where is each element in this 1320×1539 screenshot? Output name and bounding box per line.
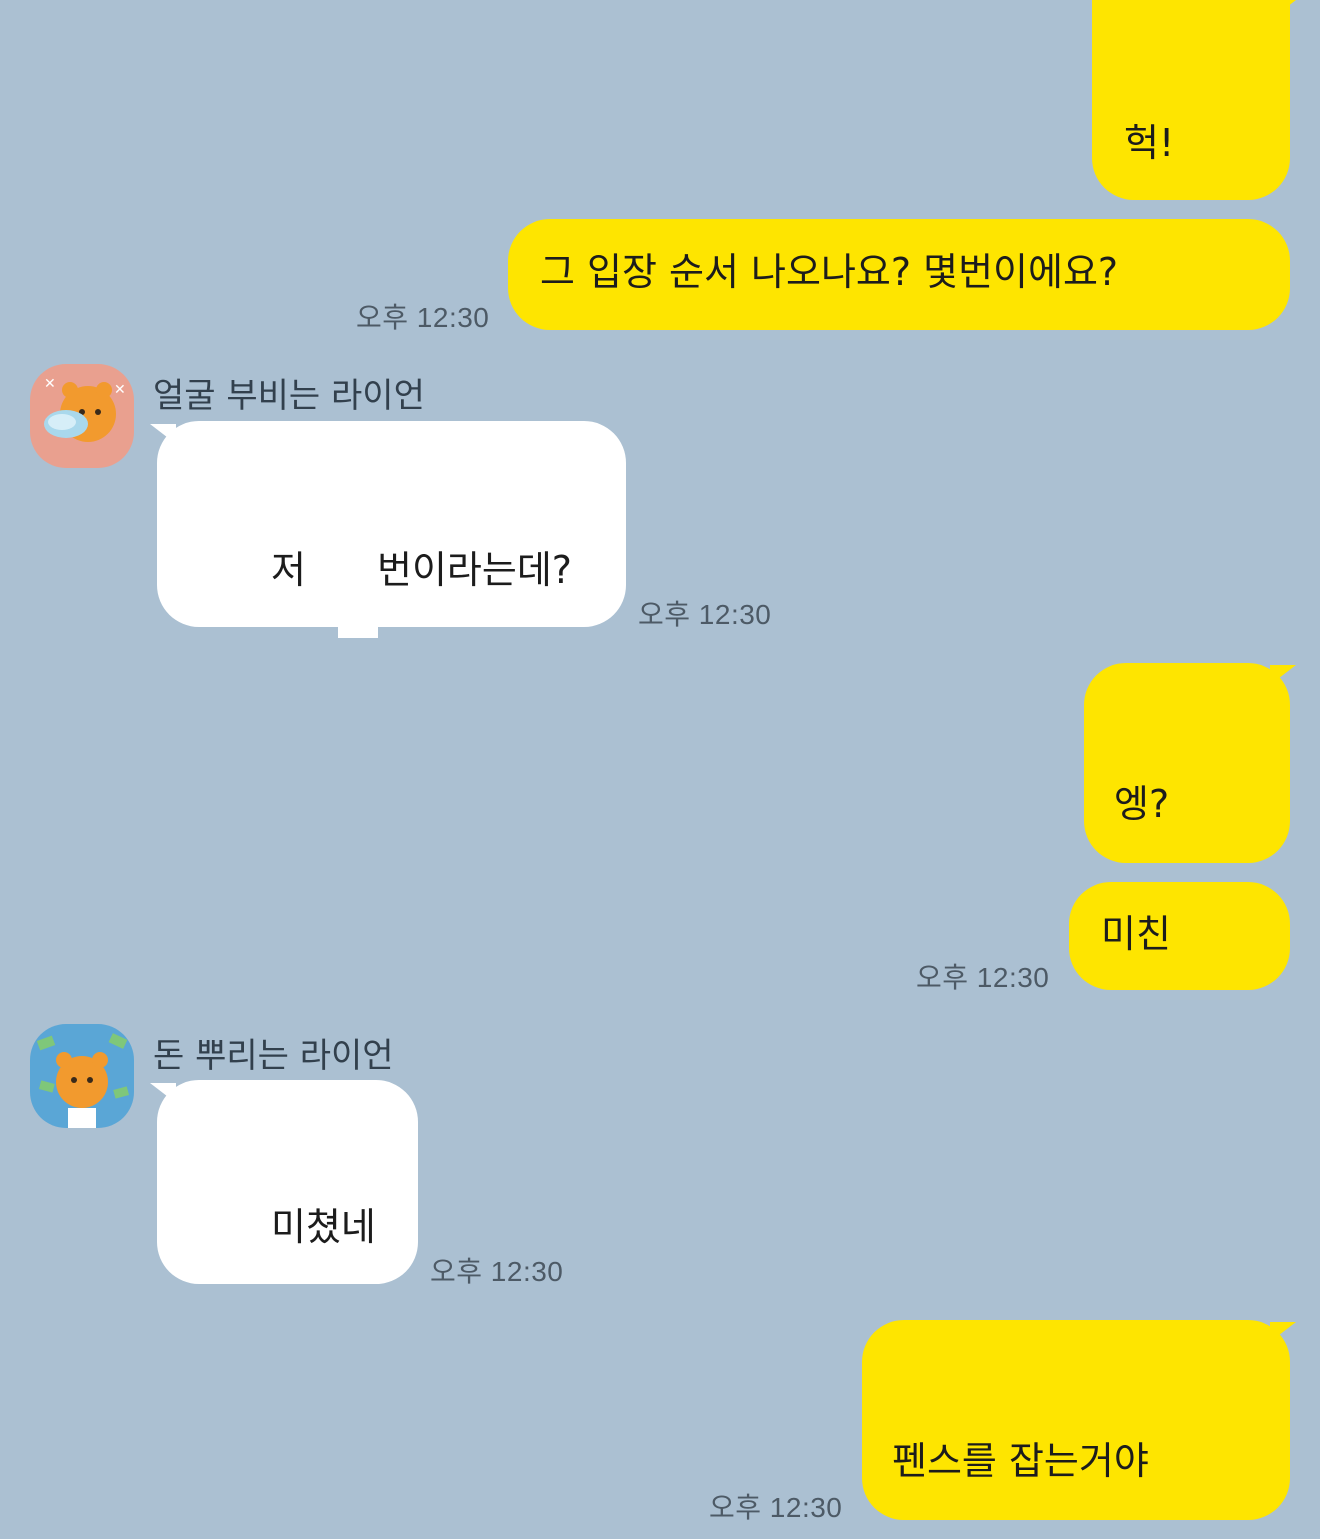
message-timestamp: 오후 12:30	[709, 1492, 843, 1523]
bubble-tail	[1270, 665, 1296, 685]
sender-name: 얼굴 부비는 라이언	[153, 376, 425, 416]
message-text: 펜스를 잡는거야	[892, 1439, 1149, 1483]
my-message-bubble[interactable]: 엥?	[1084, 663, 1290, 863]
message-text: 엥?	[1114, 782, 1170, 826]
ryan-throwing-money-icon[interactable]	[30, 1024, 134, 1128]
message-timestamp: 오후 12:30	[356, 302, 490, 333]
message-text: 미친	[1101, 912, 1171, 956]
my-message-bubble[interactable]: 그 입장 순서 나오나요? 몇번이에요?	[508, 219, 1290, 330]
my-message-bubble[interactable]: 미친	[1069, 882, 1290, 990]
ryan-hugging-pillow-icon[interactable]: ✕ ✕	[30, 364, 134, 468]
their-message-bubble[interactable]: 저 번이라는데?	[157, 421, 626, 627]
my-message-bubble[interactable]: 헉!	[1092, 0, 1290, 200]
their-message-bubble[interactable]: 미쳤네	[157, 1080, 418, 1284]
svg-text:✕: ✕	[44, 376, 56, 392]
svg-text:✕: ✕	[114, 382, 126, 398]
sender-name: 돈 뿌리는 라이언	[153, 1036, 394, 1076]
bubble-tail	[1270, 1322, 1296, 1342]
message-timestamp: 오후 12:30	[430, 1256, 564, 1287]
redaction-box	[338, 556, 378, 638]
message-text: 그 입장 순서 나오나요? 몇번이에요?	[540, 250, 1119, 294]
message-text-after: 번이라는데?	[377, 548, 572, 592]
message-timestamp: 오후 12:30	[638, 599, 772, 630]
bubble-tail	[1270, 0, 1296, 20]
my-message-bubble[interactable]: 펜스를 잡는거야	[862, 1320, 1290, 1520]
message-timestamp: 오후 12:30	[916, 962, 1050, 993]
message-text: 미쳤네	[271, 1205, 376, 1249]
message-text-before: 저	[271, 548, 306, 592]
message-text: 헉!	[1124, 121, 1175, 165]
